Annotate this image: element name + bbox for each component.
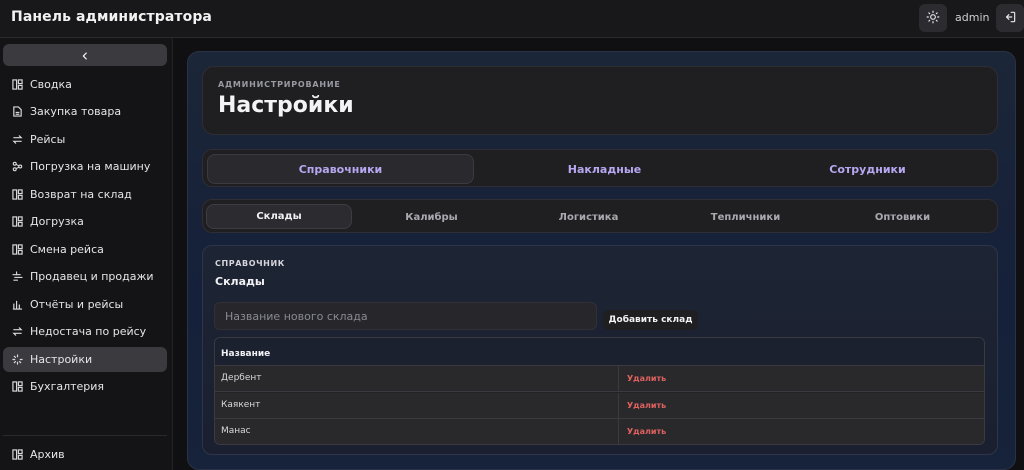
sidebar-item-accounting[interactable]: Бухгалтерия [3, 374, 167, 399]
sidebar-item-label: Сводка [30, 78, 72, 91]
sidebar-item-summary[interactable]: Сводка [3, 72, 167, 97]
sidebar-divider [3, 435, 167, 436]
tab-greenhouse-owners[interactable]: Тепличники [667, 200, 824, 234]
tab-employees[interactable]: Сотрудники [736, 150, 999, 188]
tab-wholesalers[interactable]: Оптовики [824, 200, 981, 234]
tab-calibers[interactable]: Калибры [353, 200, 510, 234]
row-name: Дербент [221, 373, 262, 383]
chevron-left-icon [80, 46, 90, 65]
sidebar-item-label: Смена рейса [30, 243, 104, 256]
dashboard-icon [11, 79, 23, 91]
sidebar-item-archive[interactable]: Архив [3, 442, 167, 467]
row-name: Каякент [221, 400, 261, 410]
sidebar-item-label: Недостача по рейсу [30, 325, 147, 338]
theme-toggle-button[interactable] [919, 4, 947, 32]
app-title: Панель администратора [11, 9, 212, 25]
sidebar-item-label: Закупка товара [30, 105, 122, 118]
seller-icon [11, 271, 23, 283]
tab-warehouses[interactable]: Склады [206, 204, 352, 229]
sidebar-item-sales[interactable]: Продавец и продажи [3, 264, 167, 289]
sidebar: Сводка Закупка товара Рейсы Погрузка на … [0, 38, 173, 470]
sidebar-item-label: Отчёты и рейсы [30, 298, 124, 311]
bar-chart-icon [11, 299, 23, 311]
sidebar-item-label: Продавец и продажи [30, 270, 154, 283]
table-row: Манас Удалить [215, 419, 984, 444]
sidebar-item-label: Возврат на склад [30, 188, 132, 201]
logout-button[interactable] [996, 4, 1024, 32]
sidebar-item-return[interactable]: Возврат на склад [3, 182, 167, 207]
delete-button[interactable]: Удалить [627, 401, 666, 410]
page-overline: АДМИНИСТРИРОВАНИЕ [218, 80, 341, 89]
dashboard-icon [11, 189, 23, 201]
sidebar-item-label: Погрузка на машину [30, 160, 151, 173]
sidebar-item-purchase[interactable]: Закупка товара [3, 99, 167, 124]
sidebar-item-shortage[interactable]: Недостача по рейсу [3, 319, 167, 344]
swap-icon [11, 134, 23, 146]
row-name: Манас [221, 426, 251, 436]
section-overline: СПРАВОЧНИК [215, 259, 285, 268]
sidebar-collapse-button[interactable] [3, 44, 167, 66]
section-title: Склады [215, 275, 265, 288]
sidebar-item-label: Настройки [30, 353, 93, 366]
column-divider [618, 393, 619, 418]
user-name: admin [955, 11, 990, 24]
secondary-tabs: Склады Калибры Логистика Тепличники Опто… [202, 199, 998, 233]
sidebar-item-label: Бухгалтерия [30, 380, 105, 393]
top-bar: Панель администратора admin [0, 0, 1024, 38]
sun-icon [926, 9, 940, 28]
table-row: Дербент Удалить [215, 366, 984, 392]
new-warehouse-input[interactable] [214, 302, 597, 330]
document-icon [11, 106, 23, 118]
warehouses-table: Название Дербент Удалить Каякент Удалить… [214, 337, 985, 445]
tab-invoices[interactable]: Накладные [473, 150, 736, 188]
dashboard-icon [11, 244, 23, 256]
column-divider [618, 419, 619, 444]
tab-directories[interactable]: Справочники [207, 154, 474, 184]
swap-icon [11, 326, 23, 338]
column-divider [618, 366, 619, 391]
primary-tabs: Справочники Накладные Сотрудники [202, 149, 998, 187]
sidebar-item-settings[interactable]: Настройки [3, 347, 167, 372]
sidebar-item-trip-change[interactable]: Смена рейса [3, 237, 167, 262]
column-header-name: Название [221, 349, 271, 359]
network-icon [11, 161, 23, 173]
sidebar-item-loading[interactable]: Погрузка на машину [3, 154, 167, 179]
table-header: Название [215, 338, 984, 366]
dashboard-icon [11, 216, 23, 228]
sidebar-item-reports[interactable]: Отчёты и рейсы [3, 292, 167, 317]
table-row: Каякент Удалить [215, 393, 984, 419]
sidebar-item-label: Рейсы [30, 133, 66, 146]
sidebar-item-label: Архив [30, 448, 65, 461]
add-warehouse-button[interactable]: Добавить склад [603, 310, 698, 330]
sidebar-item-reload[interactable]: Догрузка [3, 209, 167, 234]
dashboard-icon [11, 449, 23, 461]
page-title: Настройки [218, 93, 354, 118]
loader-icon [11, 354, 23, 366]
delete-button[interactable]: Удалить [627, 374, 666, 383]
sidebar-item-trips[interactable]: Рейсы [3, 127, 167, 152]
sidebar-item-label: Догрузка [30, 215, 84, 228]
tab-logistics[interactable]: Логистика [510, 200, 667, 234]
logout-icon [1003, 9, 1017, 28]
delete-button[interactable]: Удалить [627, 427, 666, 436]
dashboard-icon [11, 381, 23, 393]
